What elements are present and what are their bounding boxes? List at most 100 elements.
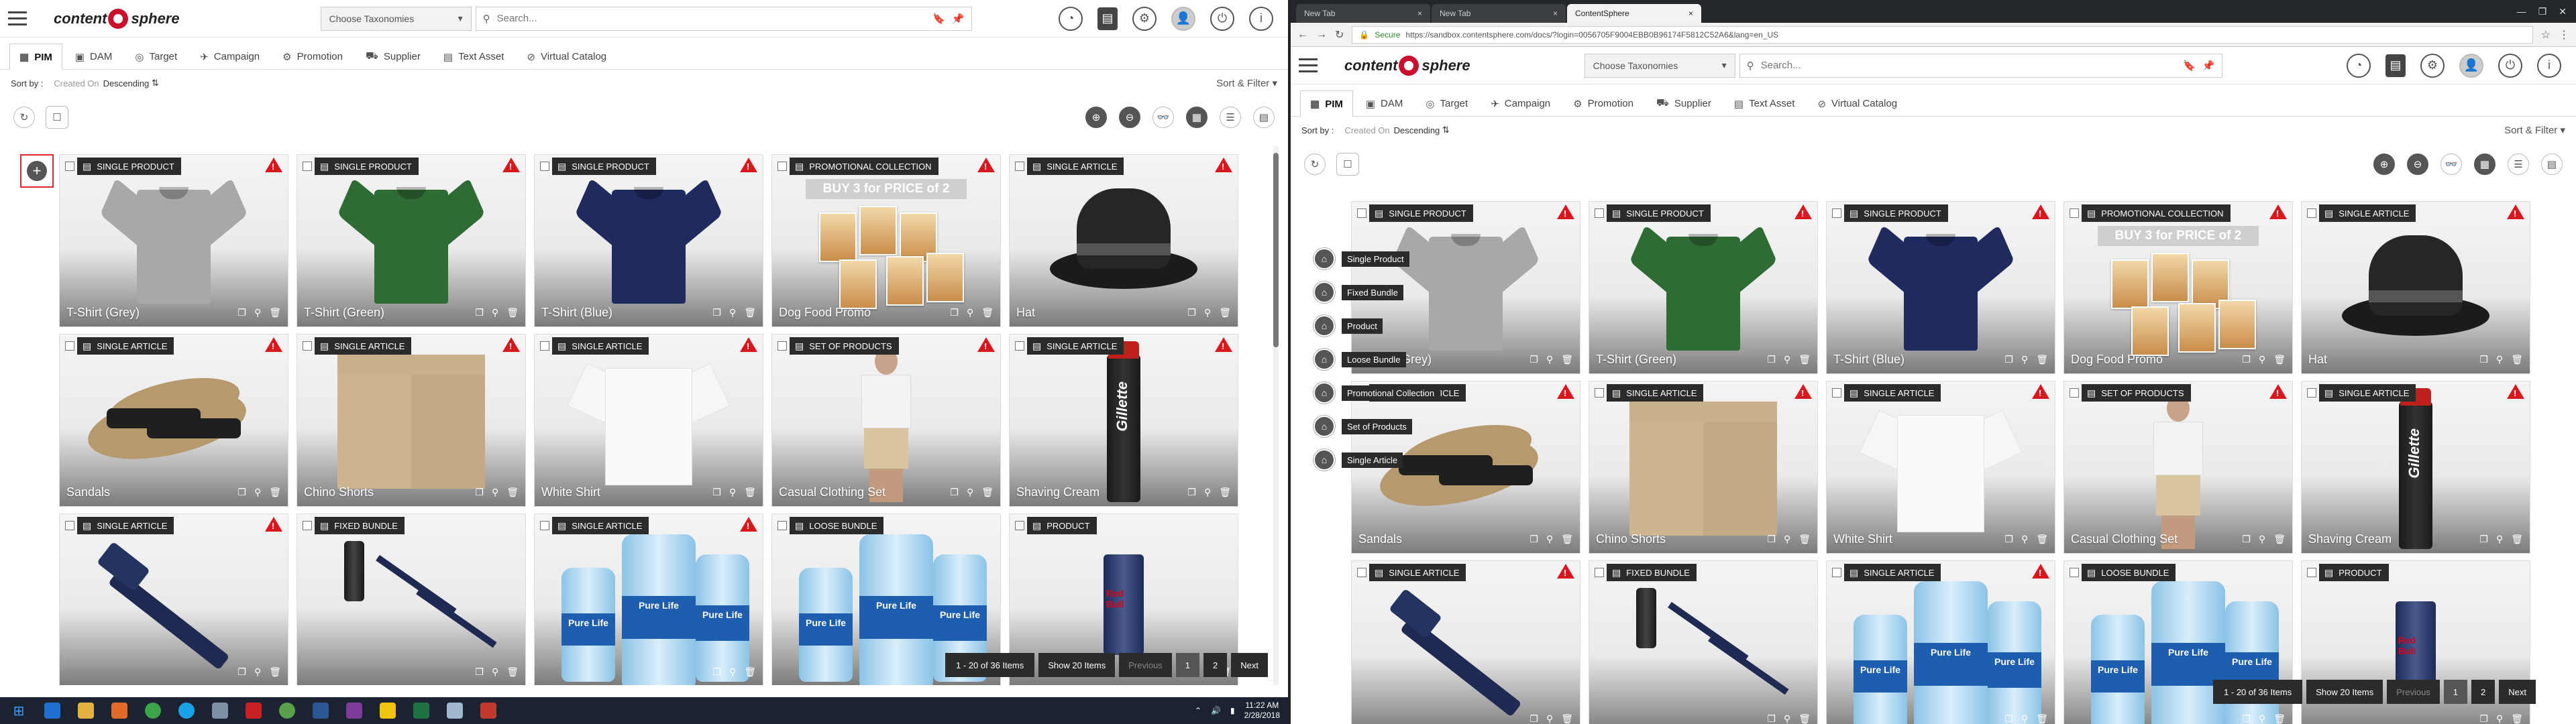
- product-card[interactable]: ▤ Set of Products Casual Clothing Set ❐ ⚲ 🗑: [2063, 381, 2293, 554]
- trash-icon[interactable]: 🗑: [2273, 534, 2286, 545]
- taxonomy-option[interactable]: ⌂ Product: [1313, 315, 1440, 337]
- refresh-icon[interactable]: ↻: [13, 107, 35, 128]
- copy-icon[interactable]: ❐: [712, 666, 721, 678]
- card-checkbox[interactable]: [2307, 208, 2316, 218]
- logo[interactable]: content sphere: [1344, 55, 1470, 76]
- pin-icon[interactable]: ⚲: [1546, 354, 1553, 365]
- select-all-checkbox[interactable]: ☐: [1336, 153, 1359, 176]
- card-checkbox[interactable]: [777, 162, 787, 171]
- pin-icon[interactable]: ⚲: [729, 307, 736, 318]
- copy-icon[interactable]: ❐: [712, 307, 721, 318]
- menu-icon[interactable]: [1299, 52, 1326, 79]
- copy-icon[interactable]: ❐: [2004, 534, 2013, 545]
- trash-icon[interactable]: 🗑: [1219, 487, 1231, 498]
- pin-icon[interactable]: ⚲: [2496, 713, 2503, 724]
- warning-icon[interactable]: [1794, 384, 1812, 399]
- copy-icon[interactable]: ❐: [2479, 713, 2488, 724]
- product-card[interactable]: Gillette ▤ Single Article Shaving Cream ❐ ⚲ 🗑: [1009, 334, 1238, 507]
- previous-button[interactable]: Previous: [1119, 653, 1172, 677]
- pin-icon[interactable]: ⚲: [492, 666, 498, 678]
- pin-icon[interactable]: ⚲: [254, 487, 261, 498]
- info-icon[interactable]: i: [2537, 53, 2561, 78]
- list-view-icon[interactable]: ☰: [1220, 107, 1241, 128]
- chrome-icon[interactable]: [138, 699, 168, 722]
- trash-icon[interactable]: 🗑: [2036, 713, 2048, 724]
- card-checkbox[interactable]: [540, 341, 549, 351]
- scrollbar-thumb[interactable]: [1273, 153, 1279, 347]
- card-checkbox[interactable]: [1357, 208, 1366, 218]
- taxonomy-option[interactable]: ⌂ Promotional Collection: [1313, 382, 1440, 404]
- taxonomy-option[interactable]: ⌂ Single Article: [1313, 449, 1440, 471]
- word-icon[interactable]: [306, 699, 335, 722]
- copy-icon[interactable]: ❐: [2004, 354, 2013, 365]
- card-checkbox[interactable]: [65, 162, 74, 171]
- network-icon[interactable]: [272, 699, 302, 722]
- excel-icon[interactable]: [407, 699, 436, 722]
- product-card[interactable]: ▤ Single Article ❐ ⚲ 🗑: [59, 514, 288, 685]
- trash-icon[interactable]: 🗑: [1799, 713, 1811, 724]
- card-checkbox[interactable]: [1357, 568, 1366, 577]
- product-card[interactable]: Gillette ▤ Single Article Shaving Cream ❐ ⚲ 🗑: [2301, 381, 2530, 554]
- trash-icon[interactable]: 🗑: [506, 307, 519, 318]
- select-all-checkbox[interactable]: ☐: [46, 106, 68, 129]
- page-2-button[interactable]: 2: [1203, 653, 1228, 677]
- pin-icon[interactable]: 📌: [952, 13, 965, 25]
- warning-icon[interactable]: [1215, 337, 1232, 352]
- trash-icon[interactable]: 🗑: [269, 487, 281, 498]
- trash-icon[interactable]: 🗑: [2036, 354, 2048, 365]
- product-card[interactable]: ▤ Single Product T-Shirt (Blue) ❐ ⚲ 🗑: [1826, 201, 2055, 374]
- pin-icon[interactable]: ⚲: [1784, 534, 1790, 545]
- gear-icon[interactable]: ⚙: [2420, 53, 2445, 78]
- tab-promotion[interactable]: ⚙ Promotion: [1563, 90, 1644, 116]
- product-card[interactable]: Pure Life Pure Life Pure Life ▤ Single Artic…: [534, 514, 763, 685]
- page-size-button[interactable]: Show 20 Items: [1038, 653, 1116, 677]
- product-card[interactable]: ▤ Single Product T-Shirt (Grey) ❐ ⚲ 🗑: [59, 154, 288, 327]
- warning-icon[interactable]: [265, 337, 282, 352]
- copy-icon[interactable]: ❐: [1529, 354, 1538, 365]
- page-1-button[interactable]: 1: [1175, 653, 1200, 677]
- pin-icon[interactable]: ⚲: [2021, 354, 2028, 365]
- zoom-out-icon[interactable]: ⊖: [2407, 154, 2428, 175]
- onenote-icon[interactable]: [339, 699, 369, 722]
- product-card[interactable]: ▤ Fixed Bundle ❐ ⚲ 🗑: [1589, 560, 1818, 724]
- windows-start-icon[interactable]: ⊞: [4, 699, 34, 722]
- card-checkbox[interactable]: [1832, 568, 1841, 577]
- taxonomy-select[interactable]: Choose Taxonomies ▾: [1584, 53, 1735, 78]
- product-card[interactable]: BUY 3 for PRICE of 2 ▤ Promotional Collect…: [771, 154, 1001, 327]
- pin-icon[interactable]: ⚲: [2496, 534, 2503, 545]
- warning-icon[interactable]: [740, 158, 757, 172]
- trash-icon[interactable]: 🗑: [1561, 713, 1573, 724]
- tray-arrow-icon[interactable]: ⌃: [1195, 706, 1201, 715]
- tab-dam[interactable]: ▣ DAM: [65, 44, 123, 69]
- page-1-button[interactable]: 1: [2443, 680, 2468, 704]
- card-checkbox[interactable]: [65, 521, 74, 530]
- warning-icon[interactable]: [1557, 204, 1574, 219]
- card-checkbox[interactable]: [1015, 521, 1024, 530]
- card-checkbox[interactable]: [1595, 568, 1604, 577]
- copy-icon[interactable]: ❐: [475, 307, 484, 318]
- product-card[interactable]: ▤ Single Product T-Shirt (Blue) ❐ ⚲ 🗑: [534, 154, 763, 327]
- copy-icon[interactable]: ❐: [1767, 534, 1776, 545]
- tab-pim[interactable]: ▦ PIM: [9, 44, 62, 70]
- vm-icon[interactable]: [205, 699, 235, 722]
- logo[interactable]: content sphere: [54, 8, 180, 29]
- pin-icon[interactable]: ⚲: [492, 307, 498, 318]
- product-card[interactable]: BUY 3 for PRICE of 2 ▤ Promotional Collect…: [2063, 201, 2293, 374]
- pin-icon[interactable]: ⚲: [254, 666, 261, 678]
- trash-icon[interactable]: 🗑: [2511, 534, 2523, 545]
- next-button[interactable]: Next: [2499, 680, 2536, 704]
- tab-text-asset[interactable]: ▤ Text Asset: [433, 44, 515, 69]
- trash-icon[interactable]: 🗑: [2036, 534, 2048, 545]
- pin-icon[interactable]: ⚲: [2496, 354, 2503, 365]
- product-card[interactable]: ▤ Single Article Hat ❐ ⚲ 🗑: [1009, 154, 1238, 327]
- forward-icon[interactable]: →: [1316, 29, 1327, 41]
- copy-icon[interactable]: ❐: [1187, 487, 1196, 498]
- tab-text-asset[interactable]: ▤ Text Asset: [1724, 90, 1805, 116]
- product-card[interactable]: ▤ Single Product T-Shirt (Green) ❐ ⚲ 🗑: [1589, 201, 1818, 374]
- menu-icon[interactable]: [8, 5, 35, 32]
- preview-icon[interactable]: 👓: [1152, 107, 1174, 128]
- copy-icon[interactable]: ❐: [1529, 713, 1538, 724]
- card-checkbox[interactable]: [777, 341, 787, 351]
- card-checkbox[interactable]: [1015, 341, 1024, 351]
- trash-icon[interactable]: 🗑: [744, 666, 756, 678]
